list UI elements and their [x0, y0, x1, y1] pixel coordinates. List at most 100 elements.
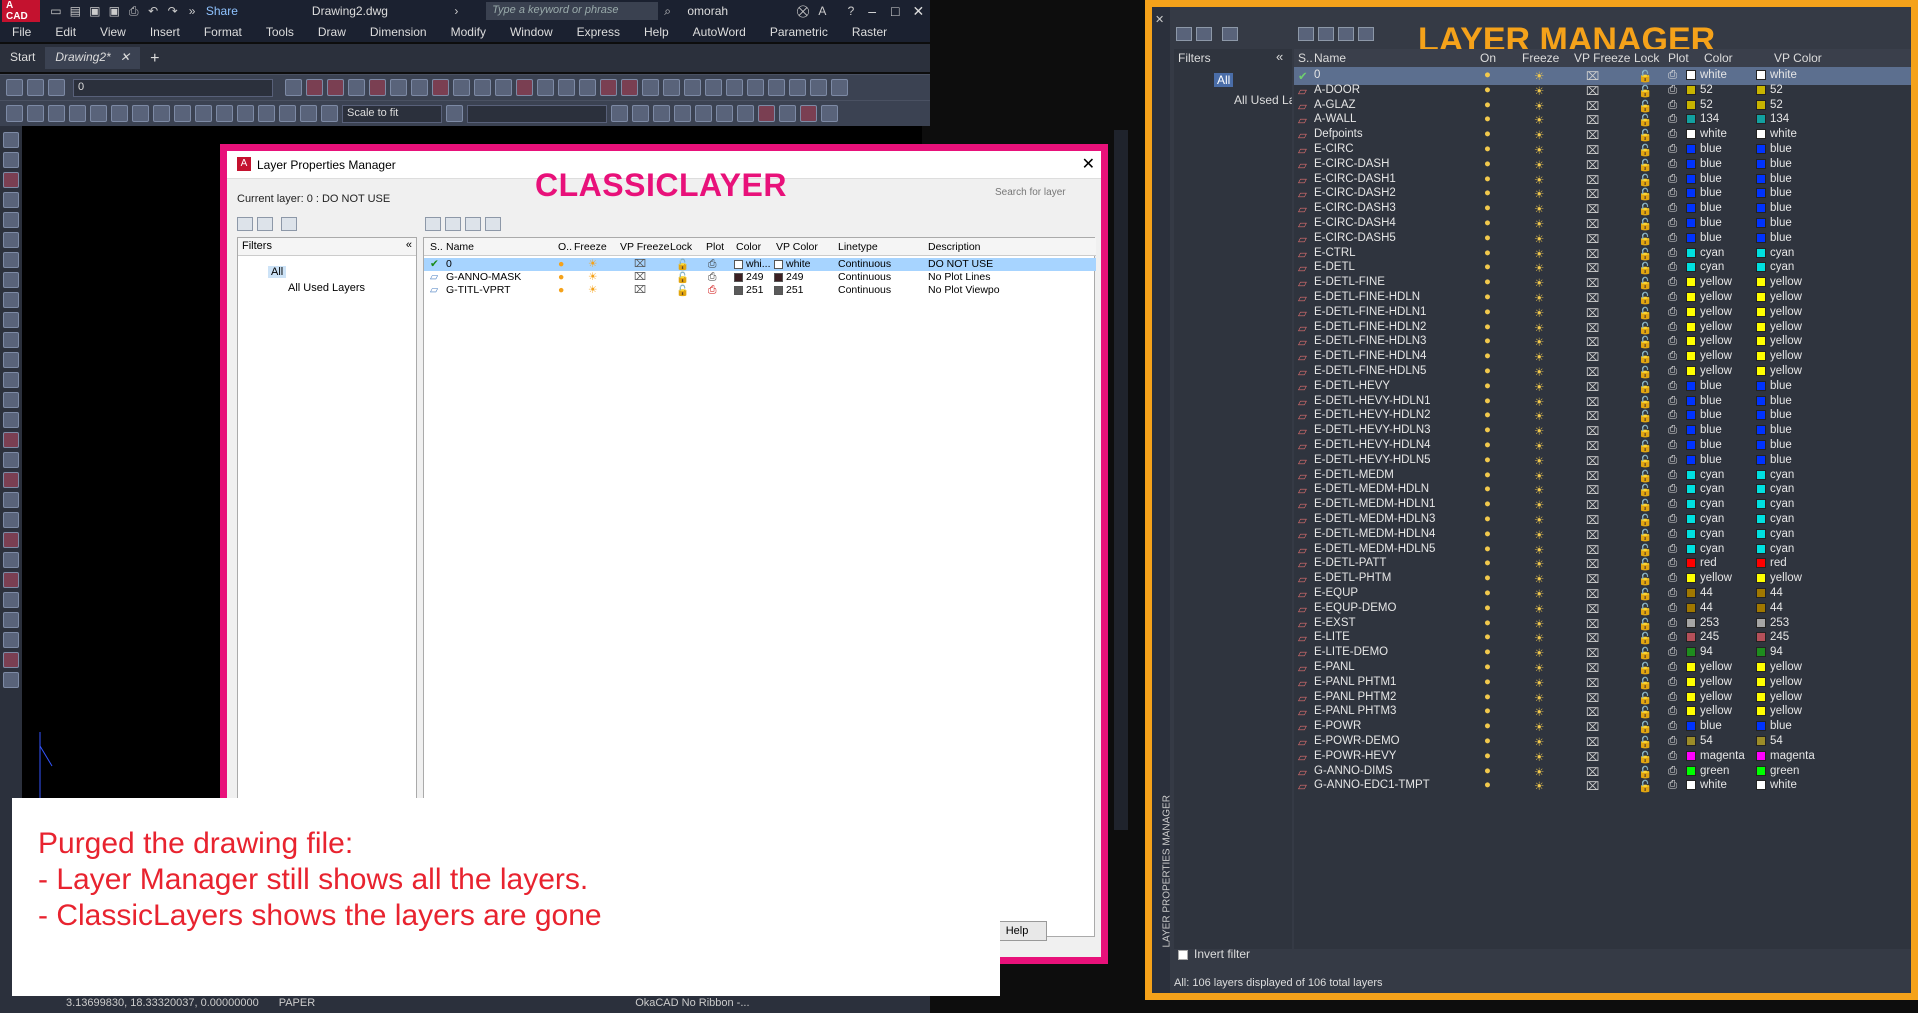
color-cell[interactable]: cyan — [1686, 543, 1724, 555]
cart-icon[interactable]: ⛒ — [796, 4, 809, 18]
bulb-icon[interactable]: ● — [1484, 617, 1491, 629]
print-icon[interactable]: ⎙ — [127, 4, 140, 18]
bulb-icon[interactable]: ● — [1484, 735, 1491, 747]
collapse-icon[interactable]: « — [406, 239, 412, 251]
color-cell[interactable]: 253 — [1686, 617, 1719, 629]
vp-color-cell[interactable]: 253 — [1756, 617, 1789, 629]
tool-icon[interactable] — [3, 612, 19, 628]
palette-side-bar[interactable]: ✕ LAYER PROPERTIES MANAGER — [1152, 7, 1173, 993]
layer-name[interactable]: E-DETL-MEDM — [1314, 469, 1394, 481]
plot-icon[interactable]: ⎙ — [1668, 350, 1677, 363]
save-icon[interactable]: ▣ — [88, 4, 101, 18]
lm-col-plot[interactable]: Plot — [1668, 51, 1689, 65]
color-cell[interactable]: 249 — [734, 271, 764, 283]
lm-col-name[interactable]: Name — [1314, 51, 1346, 65]
layer-name[interactable]: E-DETL-HEVY-HDLN5 — [1314, 454, 1431, 466]
redo-icon[interactable]: ↷ — [166, 4, 179, 18]
bulb-icon[interactable]: ● — [1484, 335, 1491, 347]
tool-icon[interactable] — [3, 232, 19, 248]
color-cell[interactable]: blue — [1686, 187, 1722, 199]
color-cell[interactable]: yellow — [1686, 276, 1732, 288]
tool-icon[interactable] — [3, 192, 19, 208]
description-cell[interactable]: DO NOT USE — [928, 258, 993, 270]
lock-icon[interactable]: 🔓 — [676, 258, 689, 271]
layer-name[interactable]: E-DETL-HEVY — [1314, 380, 1390, 392]
vp-color-cell[interactable]: 52 — [1756, 84, 1783, 96]
linetype-cell[interactable]: Continuous — [838, 284, 891, 296]
lm-col-freeze[interactable]: Freeze — [1522, 51, 1559, 65]
vp-color-cell[interactable]: yellow — [1756, 705, 1802, 717]
plot-icon[interactable]: ⎙ — [1668, 513, 1677, 526]
color-cell[interactable]: blue — [1686, 454, 1722, 466]
layer-name[interactable]: E-PANL — [1314, 661, 1355, 673]
layer-prev-icon[interactable] — [48, 79, 65, 96]
vp-color-cell[interactable]: cyan — [1756, 498, 1794, 510]
vp-color-cell[interactable]: yellow — [1756, 676, 1802, 688]
tool-icon[interactable] — [768, 79, 785, 96]
vp-color-cell[interactable]: blue — [1756, 454, 1792, 466]
layer-name[interactable]: E-POWR — [1314, 720, 1361, 732]
vp-color-cell[interactable]: yellow — [1756, 335, 1802, 347]
vp-color-cell[interactable]: yellow — [1756, 291, 1802, 303]
tool-icon[interactable] — [600, 79, 617, 96]
plot-icon[interactable]: ⎙ — [1668, 572, 1677, 585]
bulb-icon[interactable]: ● — [1484, 587, 1491, 599]
lm-col-vp-freeze[interactable]: VP Freeze — [1574, 51, 1630, 65]
layer-name[interactable]: E-EQUP-DEMO — [1314, 602, 1396, 614]
layer-name[interactable]: E-LITE — [1314, 631, 1350, 643]
plot-icon[interactable]: ⎙ — [1668, 720, 1677, 733]
bulb-icon[interactable]: ● — [1484, 720, 1491, 732]
tool-icon[interactable] — [3, 572, 19, 588]
tool-icon[interactable] — [3, 332, 19, 348]
bulb-icon[interactable]: ● — [558, 271, 564, 283]
bulb-icon[interactable]: ● — [1484, 469, 1491, 481]
filter-tree-used[interactable]: All Used Layers — [288, 282, 365, 294]
tool-icon[interactable] — [153, 105, 170, 122]
vp-color-cell[interactable]: 134 — [1756, 113, 1789, 125]
vp-color-cell[interactable]: 245 — [1756, 631, 1789, 643]
tool-icon[interactable] — [726, 79, 743, 96]
color-cell[interactable]: yellow — [1686, 350, 1732, 362]
menu-item[interactable]: Express — [565, 25, 632, 39]
vp-color-cell[interactable]: blue — [1756, 380, 1792, 392]
layer-name[interactable]: E-DETL-HEVY-HDLN1 — [1314, 395, 1431, 407]
vp-color-cell[interactable]: yellow — [1756, 306, 1802, 318]
bulb-icon[interactable]: ● — [1484, 705, 1491, 717]
color-cell[interactable]: yellow — [1686, 676, 1732, 688]
menu-item[interactable]: Edit — [43, 25, 88, 39]
vp-color-cell[interactable]: 52 — [1756, 99, 1783, 111]
layer-name[interactable]: E-DETL-MEDM-HDLN5 — [1314, 543, 1435, 555]
tool-icon[interactable] — [632, 105, 649, 122]
plot-icon[interactable]: ⎙ — [1668, 691, 1677, 704]
plot-icon[interactable]: ⎙ — [1668, 395, 1677, 408]
plot-icon[interactable]: ⎙ — [1668, 232, 1677, 245]
layer-name[interactable]: E-EQUP — [1314, 587, 1358, 599]
tool-icon[interactable] — [90, 105, 107, 122]
linetype-cell[interactable]: Continuous — [838, 258, 891, 270]
help-icon[interactable]: ? — [844, 4, 857, 18]
color-cell[interactable]: cyan — [1686, 261, 1724, 273]
undo-icon[interactable]: ↶ — [146, 4, 159, 18]
tool-icon[interactable] — [705, 79, 722, 96]
layer-name[interactable]: E-DETL-FINE — [1314, 276, 1385, 288]
tool-icon[interactable] — [237, 105, 254, 122]
color-cell[interactable]: whi... — [734, 258, 771, 270]
layer-name[interactable]: E-PANL PHTM1 — [1314, 676, 1396, 688]
color-cell[interactable]: yellow — [1686, 321, 1732, 333]
collapse-icon[interactable]: « — [1276, 49, 1283, 64]
bulb-icon[interactable]: ● — [1484, 128, 1491, 140]
tool-icon[interactable] — [747, 79, 764, 96]
layer-state-icon[interactable] — [27, 79, 44, 96]
vp-color-cell[interactable]: blue — [1756, 187, 1792, 199]
plot-icon[interactable]: ⎙ — [708, 271, 716, 284]
color-cell[interactable]: 44 — [1686, 587, 1713, 599]
plot-icon[interactable]: ⎙ — [1668, 617, 1677, 630]
tool-icon[interactable] — [3, 132, 19, 148]
col-lock[interactable]: Lock — [670, 241, 692, 253]
tool-icon[interactable] — [516, 79, 533, 96]
tool-icon[interactable] — [474, 79, 491, 96]
plot-icon[interactable]: ⎙ — [1668, 587, 1677, 600]
layer-name[interactable]: E-CIRC-DASH5 — [1314, 232, 1396, 244]
bulb-icon[interactable]: ● — [1484, 187, 1491, 199]
color-cell[interactable]: yellow — [1686, 705, 1732, 717]
